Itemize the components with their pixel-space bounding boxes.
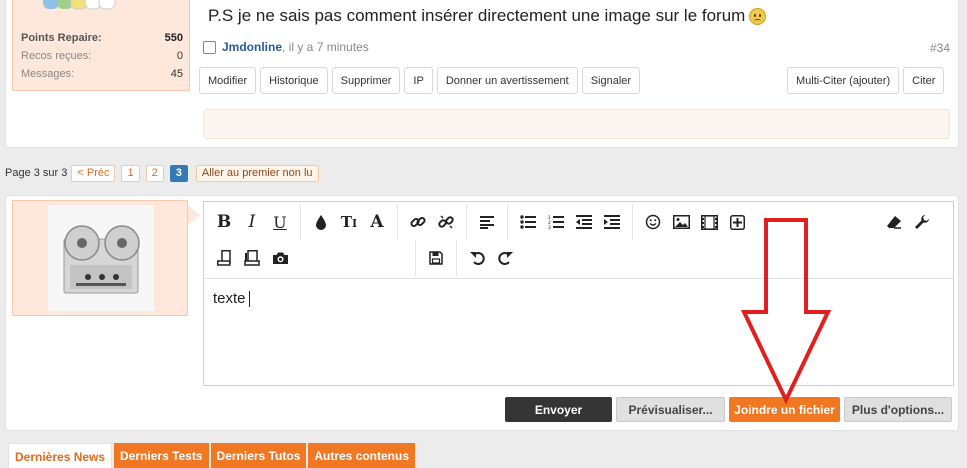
annotation-arrow	[740, 218, 832, 405]
template-icon[interactable]	[210, 244, 238, 272]
stat-value: 550	[164, 32, 183, 44]
select-post-checkbox[interactable]	[203, 40, 216, 54]
previous-page-link[interactable]: < Préc	[71, 164, 116, 182]
post-actions-right: Multi-Citer (ajouter) Citer	[787, 67, 948, 94]
underline-icon[interactable]: U	[266, 208, 294, 236]
tab-latest-news[interactable]: Dernières News	[8, 443, 113, 468]
font-size-icon[interactable]: TI	[335, 208, 363, 236]
page-indicator: Page 3 sur 3	[5, 167, 68, 179]
tab-other-content[interactable]: Autres contenus	[308, 443, 416, 468]
tools-group	[880, 204, 942, 240]
preview-button[interactable]: Prévisualiser...	[616, 397, 725, 422]
numbered-list-icon[interactable]: 123	[542, 208, 570, 236]
draft-group	[422, 240, 457, 276]
editor-toolbar-row-1-right	[880, 204, 948, 240]
align-icon[interactable]	[473, 208, 501, 236]
quick-reply-strip	[203, 109, 950, 139]
media-icon[interactable]	[695, 208, 723, 236]
message-editor-input[interactable]: texte	[204, 278, 953, 386]
post-meta: Jmdonline, il y a 7 minutes	[203, 40, 369, 54]
svg-text:3: 3	[548, 225, 551, 229]
first-unread-link[interactable]: Aller au premier non lu	[195, 164, 319, 182]
worried-face-icon	[749, 7, 767, 25]
avatar-pointer	[188, 205, 200, 225]
stat-messages: Messages: 45	[21, 65, 183, 83]
text-cursor	[248, 291, 250, 308]
editor-toolbar-row-2	[210, 240, 531, 276]
more-options-button[interactable]: Plus d'options...	[844, 397, 952, 422]
submit-row: Envoyer Prévisualiser... Joindre un fich…	[505, 397, 956, 423]
stat-label: Points Repaire:	[21, 32, 102, 44]
stat-recos: Recos reçues: 0	[21, 47, 183, 65]
stat-label: Recos reçues:	[21, 50, 92, 62]
pagination: Page 3 sur 3 < Préc 1 2 3 Aller au premi…	[5, 164, 325, 182]
redo-icon[interactable]	[491, 244, 519, 272]
tab-latest-tutorials[interactable]: Derniers Tutos	[210, 443, 307, 468]
author-link[interactable]: Jmdonline	[222, 40, 282, 54]
text-color-icon[interactable]	[307, 208, 335, 236]
report-button[interactable]: Signaler	[581, 67, 641, 94]
editor-text: texte	[213, 290, 246, 307]
remove-format-icon[interactable]	[880, 208, 908, 236]
camera-icon[interactable]	[266, 244, 294, 272]
warn-button[interactable]: Donner un avertissement	[436, 67, 578, 94]
view-group	[210, 240, 416, 276]
font-family-icon[interactable]: A	[363, 208, 391, 236]
post-message-text: P.S je ne sais pas comment insérer direc…	[208, 6, 746, 25]
ip-button[interactable]: IP	[404, 67, 433, 94]
page-link-1[interactable]: 1	[121, 164, 140, 182]
italic-icon[interactable]: I	[238, 208, 266, 236]
send-button[interactable]: Envoyer	[505, 397, 612, 422]
tab-latest-tests[interactable]: Derniers Tests	[114, 443, 209, 468]
toggle-bbcode-icon[interactable]	[238, 244, 266, 272]
history-group	[463, 240, 525, 276]
stat-value: 0	[176, 50, 183, 62]
rich-text-editor: B I U TI A 1 2 3 texte	[203, 201, 954, 386]
smilie-icon[interactable]	[639, 208, 667, 236]
stat-points: Points Repaire: 550	[21, 29, 183, 47]
link-group	[404, 204, 467, 240]
stat-value: 45	[170, 68, 183, 80]
save-draft-icon[interactable]	[422, 244, 450, 272]
page-link-2[interactable]: 2	[145, 164, 164, 182]
multi-quote-button[interactable]: Multi-Citer (ajouter)	[787, 67, 900, 94]
page-link-3-current[interactable]: 3	[169, 164, 188, 182]
edit-button[interactable]: Modifier	[199, 67, 257, 94]
bulleted-list-icon[interactable]	[514, 208, 542, 236]
undo-icon[interactable]	[463, 244, 491, 272]
format-group: B I U	[210, 204, 301, 240]
outdent-icon[interactable]	[570, 208, 598, 236]
avatar[interactable]	[48, 205, 154, 311]
user-info-box: Points Repaire: 550 Recos reçues: 0 Mess…	[12, 0, 190, 91]
post-actions: Modifier Historique Supprimer IP Donner …	[199, 67, 644, 94]
align-group	[473, 204, 508, 240]
image-icon[interactable]	[667, 208, 695, 236]
user-stats: Points Repaire: 550 Recos reçues: 0 Mess…	[21, 29, 183, 83]
delete-button[interactable]: Supprimer	[331, 67, 401, 94]
editor-toolbar-row-1: B I U TI A 1 2 3	[210, 204, 763, 240]
quote-button[interactable]: Citer	[903, 67, 945, 94]
history-button[interactable]: Historique	[260, 67, 328, 94]
unlink-icon[interactable]	[432, 208, 460, 236]
post-message: P.S je ne sais pas comment insérer direc…	[208, 6, 767, 26]
post-number-link[interactable]: #34	[930, 41, 950, 55]
list-group: 123	[514, 204, 633, 240]
indent-icon[interactable]	[598, 208, 626, 236]
content-tabs: Dernières News Derniers Tests Derniers T…	[8, 443, 417, 468]
stat-label: Messages:	[21, 68, 75, 80]
wrench-icon[interactable]	[908, 208, 936, 236]
bold-icon[interactable]: B	[210, 208, 238, 236]
post-time: , il y a 7 minutes	[282, 40, 369, 54]
link-icon[interactable]	[404, 208, 432, 236]
user-logo	[43, 0, 116, 10]
font-group: TI A	[307, 204, 398, 240]
